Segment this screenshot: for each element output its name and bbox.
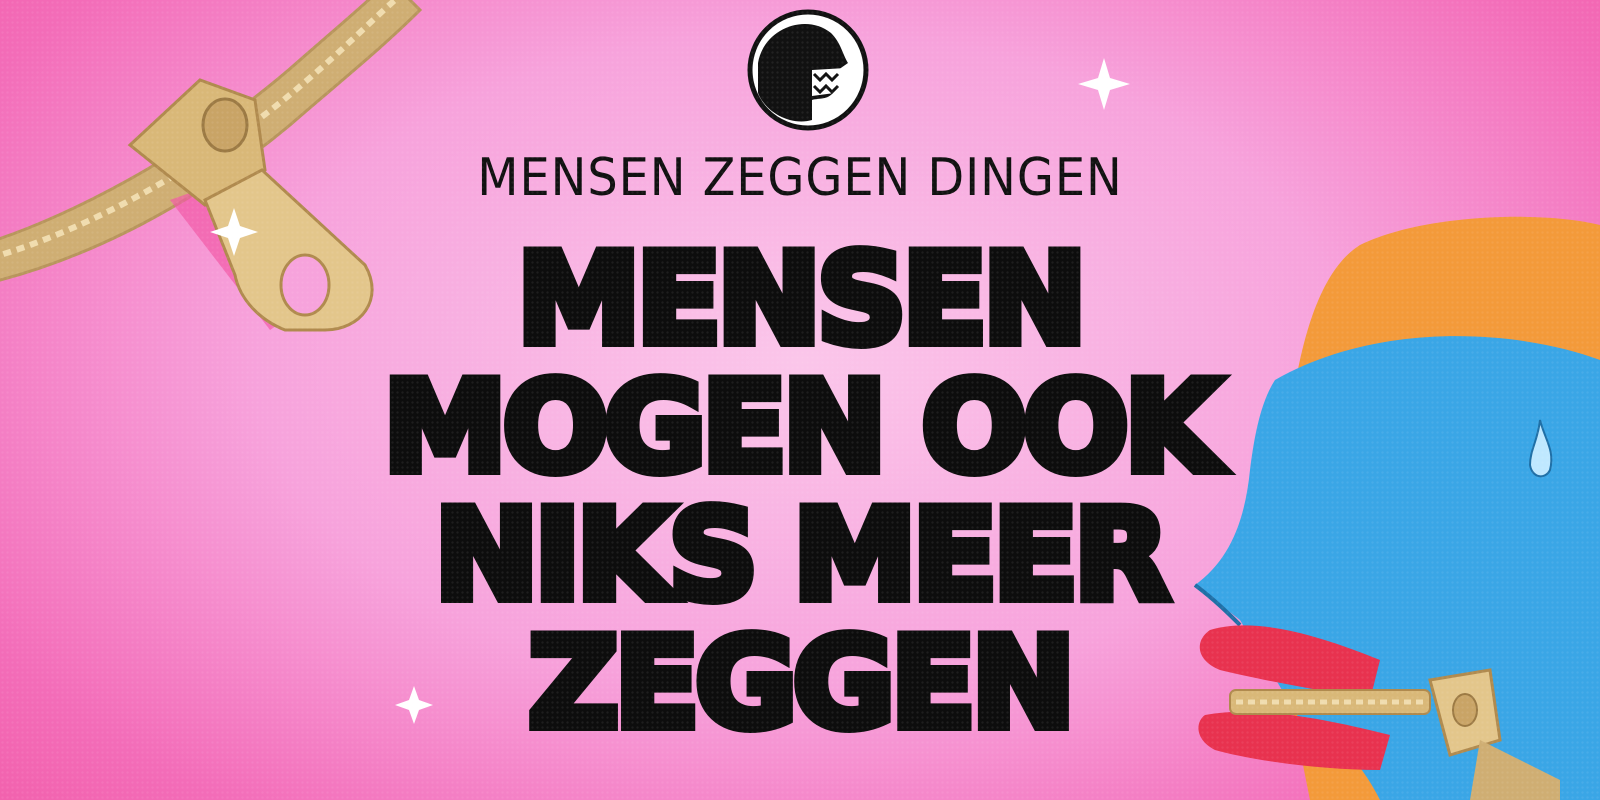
headline-line: NIKS MEER	[430, 484, 1175, 628]
talking-head-zipper-mouth-icon	[747, 9, 869, 131]
headline-line: MOGEN OOK	[378, 356, 1225, 500]
banner: MENSEN ZEGGEN DINGEN MENSEN MOGEN OOK NI…	[0, 0, 1600, 800]
headline-line: ZEGGEN	[524, 612, 1081, 756]
headline: MENSEN MOGEN OOK NIKS MEER ZEGGEN	[0, 228, 1600, 756]
headline-line: MENSEN	[512, 228, 1092, 372]
subtitle: MENSEN ZEGGEN DINGEN	[477, 148, 1123, 208]
